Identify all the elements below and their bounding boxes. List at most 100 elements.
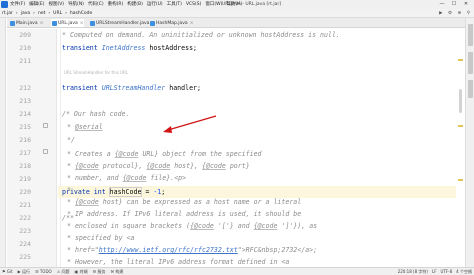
inlay-hint: URL StreamHandler for this URL <box>64 70 128 75</box>
breadcrumb-package-java[interactable]: java <box>21 11 30 16</box>
status-bar: ⚑ Git ▶ 运行 ☰ TODO ⚠ 问题 ▣ 终端 ⚙ 服务 ⚒ 构建 220:18 (… <box>0 267 474 275</box>
line-number: 225 <box>19 253 31 261</box>
tab-urlstreamhandler-java[interactable]: URLStreamHandler.java× <box>89 19 155 27</box>
menu-file[interactable]: 文件(F) <box>10 2 25 7</box>
git-tool-button[interactable]: ⚑ Git <box>2 269 13 274</box>
line-number: 223 <box>19 227 31 235</box>
scrollbar-thumb[interactable] <box>459 89 462 113</box>
line-number: 213 <box>19 97 31 105</box>
fold-marker-icon[interactable] <box>43 149 48 154</box>
code-line-229: * However, the literal IPv6 address form… <box>67 258 290 266</box>
menu-run[interactable]: 运行(U) <box>147 2 163 7</box>
indent-setting[interactable]: 4 个空格 <box>456 269 472 274</box>
code-line-220: * Creates a {@code URL} object from the … <box>67 150 262 158</box>
services-tool-button[interactable]: ⚙ 服务 <box>93 269 106 274</box>
line-number: 221 <box>19 201 31 209</box>
run-tool-button[interactable]: ▶ 运行 <box>18 269 30 274</box>
line-number-gutter[interactable]: 209 210 211 212 213 214 215 216 217 218 … <box>7 29 57 267</box>
status-info: 220:18 (8 字符) LF UTF-8 4 个空格 <box>394 268 472 275</box>
code-line-215: * @serial <box>67 123 103 131</box>
menu-vcs[interactable]: VCS(S) <box>186 2 201 7</box>
line-number: 209 <box>19 31 31 39</box>
code-line-216: */ <box>67 136 75 144</box>
menu-edit[interactable]: 编辑(E) <box>29 2 44 7</box>
code-line-214: /* Our hash code. <box>62 110 130 118</box>
code-line-221: * {@code protocol}, {@code host}, {@code… <box>67 162 250 170</box>
line-number: 224 <box>19 240 31 248</box>
tool-window-buttons: ⚑ Git ▶ 运行 ☰ TODO ⚠ 问题 ▣ 终端 ⚙ 服务 ⚒ 构建 <box>2 268 128 275</box>
code-line-222: * number, and {@code file}.<p> <box>67 174 187 182</box>
breadcrumb-separator: › <box>33 11 35 16</box>
line-separator[interactable]: LF <box>432 269 437 274</box>
tab-label: HashMap.java <box>156 21 188 26</box>
maximize-button[interactable]: ☐ <box>448 0 460 9</box>
tab-label: Main.java <box>16 21 38 26</box>
java-class-icon <box>10 21 15 26</box>
right-tool-window-strip[interactable] <box>465 18 474 267</box>
line-number: 222 <box>19 214 31 222</box>
right-tool-tab[interactable] <box>468 24 473 46</box>
tab-url-java[interactable]: URL.java × <box>51 19 84 27</box>
code-line-212: transient URLStreamHandler handler; <box>62 84 201 92</box>
javadoc-region[interactable]: * Creates a {@code URL} object from the … <box>58 148 456 267</box>
line-number: 215 <box>19 123 31 131</box>
menu-code[interactable]: 代码(C) <box>88 2 104 7</box>
menu-bar: 文件(F) 编辑(E) 视图(V) 导航(N) 代码(C) 重构(R) 构建(B) 运行(U)… <box>0 0 474 9</box>
menu-tools[interactable]: 工具(T) <box>167 2 182 7</box>
tab-hashmap-java[interactable]: HashMap.java × <box>149 19 194 27</box>
left-tool-window-strip[interactable] <box>0 18 6 267</box>
warning-marker[interactable] <box>458 125 463 127</box>
code-line-228: * href="http://www.ietf.org/rfc/rfc2732.… <box>67 246 318 254</box>
editor-scrollbar[interactable] <box>456 29 465 267</box>
close-tab-icon[interactable]: × <box>40 21 44 26</box>
warning-marker[interactable] <box>458 59 463 61</box>
code-line-210: transient InetAddress hostAddress; <box>62 44 198 52</box>
right-tool-tab[interactable] <box>468 80 473 98</box>
code-line-224: * {@code host} can be expressed as a hos… <box>67 198 302 206</box>
breadcrumb-jar[interactable]: rt.jar <box>2 11 13 16</box>
terminal-tool-button[interactable]: ▣ 终端 <box>75 269 88 274</box>
line-number: 214 <box>19 110 31 118</box>
breadcrumb-separator: › <box>15 11 18 16</box>
breadcrumb-member[interactable]: hashCode <box>70 11 92 16</box>
line-number: 220 <box>19 188 31 196</box>
navigation-bar: rt.jar › java › net › URL › hashCode ▶ ⚙ ⊕ ⚲ <box>0 9 474 18</box>
minimize-button[interactable]: — <box>436 0 448 9</box>
close-tab-icon[interactable]: × <box>80 21 84 26</box>
tab-main-java[interactable]: Main.java × <box>9 19 44 27</box>
fold-marker-icon[interactable] <box>43 123 48 128</box>
code-line-226: * enclosed in square brackets ({@code '[… <box>67 222 318 230</box>
main-menu: 文件(F) 编辑(E) 视图(V) 导航(N) 代码(C) 重构(R) 构建(B) 运行(U)… <box>10 0 246 9</box>
close-window-button[interactable]: ✕ <box>460 0 472 9</box>
code-line-227: * specified by <a <box>67 234 135 242</box>
breadcrumb-package-net[interactable]: net <box>38 11 45 16</box>
caret-position[interactable]: 220:18 (8 字符) <box>398 269 428 274</box>
java-class-icon <box>52 21 57 26</box>
menu-navigate[interactable]: 导航(N) <box>68 2 84 7</box>
window-title: URLJAVA - URL.java [rt.jar] <box>222 2 281 7</box>
line-number: 212 <box>19 84 31 92</box>
close-tab-icon[interactable]: × <box>190 21 194 26</box>
tab-label: URLStreamHandler.java <box>96 21 150 26</box>
line-number: 218 <box>19 162 31 170</box>
menu-refactor[interactable]: 重构(R) <box>108 2 124 7</box>
breadcrumb: rt.jar › java › net › URL › hashCode <box>2 9 95 17</box>
breadcrumb-class[interactable]: URL <box>53 11 62 16</box>
line-number: 216 <box>19 136 31 144</box>
menu-window[interactable]: 窗口(W) <box>205 2 222 7</box>
line-number: 210 <box>19 44 31 52</box>
java-class-icon <box>150 21 155 26</box>
warning-marker[interactable] <box>458 179 463 181</box>
build-tool-button[interactable]: ⚒ 构建 <box>110 269 123 274</box>
todo-tool-button[interactable]: ☰ TODO <box>35 269 52 274</box>
menu-view[interactable]: 视图(V) <box>48 2 64 7</box>
line-number: 211 <box>19 57 31 65</box>
breadcrumb-separator: › <box>48 11 51 16</box>
menu-build[interactable]: 构建(B) <box>127 2 143 7</box>
intellij-logo-icon <box>1 1 8 8</box>
toolbar-actions[interactable]: ▶ ⚙ ⊕ ⚲ <box>439 9 472 17</box>
problems-tool-button[interactable]: ⚠ 问题 <box>57 269 70 274</box>
file-encoding[interactable]: UTF-8 <box>441 269 453 274</box>
breadcrumb-separator: › <box>65 11 67 16</box>
right-tool-tab[interactable] <box>468 52 473 74</box>
